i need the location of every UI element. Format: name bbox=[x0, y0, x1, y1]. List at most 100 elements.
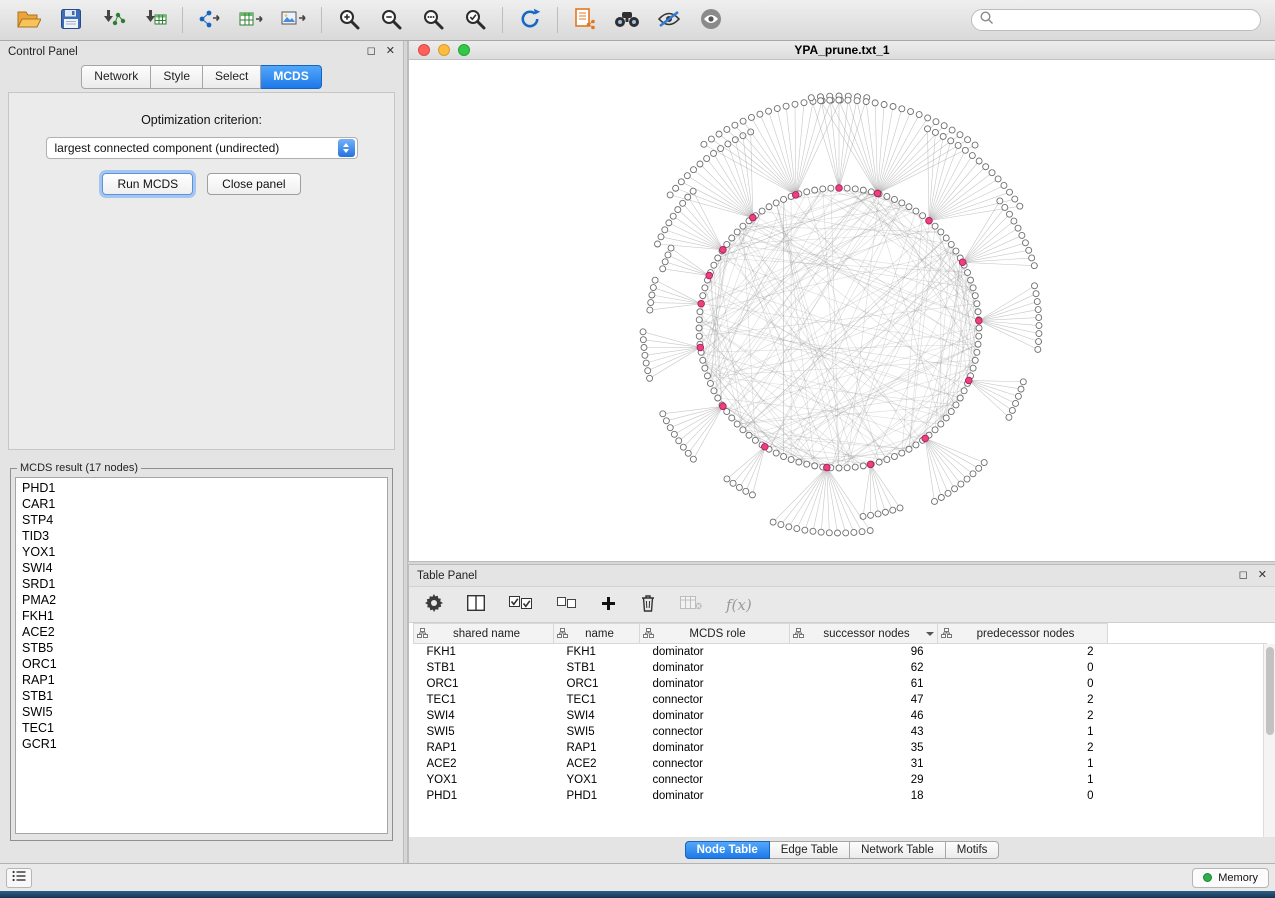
table-row[interactable]: SWI4SWI4dominator462 bbox=[414, 708, 1268, 724]
result-node-item[interactable]: PHD1 bbox=[16, 480, 387, 496]
table-cell[interactable]: STB1 bbox=[414, 660, 554, 676]
table-cell[interactable]: 61 bbox=[790, 676, 938, 692]
column-header-name[interactable]: name bbox=[554, 624, 640, 644]
table-row[interactable]: ACE2ACE2connector311 bbox=[414, 756, 1268, 772]
table-cell[interactable]: YOX1 bbox=[554, 772, 640, 788]
search-input[interactable] bbox=[998, 13, 1252, 27]
tab-style[interactable]: Style bbox=[151, 65, 203, 89]
table-cell[interactable]: 47 bbox=[790, 692, 938, 708]
result-node-item[interactable]: FKH1 bbox=[16, 608, 387, 624]
import-table-button[interactable] bbox=[134, 3, 176, 37]
hide-view-button[interactable] bbox=[648, 3, 690, 37]
result-node-item[interactable]: YOX1 bbox=[16, 544, 387, 560]
table-cell[interactable]: 96 bbox=[790, 644, 938, 660]
close-panel-icon[interactable]: ✕ bbox=[386, 46, 395, 57]
table-row[interactable]: RAP1RAP1dominator352 bbox=[414, 740, 1268, 756]
table-cell[interactable]: dominator bbox=[640, 740, 790, 756]
table-cell[interactable]: dominator bbox=[640, 644, 790, 660]
table-row[interactable]: STB1STB1dominator620 bbox=[414, 660, 1268, 676]
table-cell[interactable]: PHD1 bbox=[554, 788, 640, 804]
table-cell[interactable]: PHD1 bbox=[414, 788, 554, 804]
result-node-item[interactable]: SRD1 bbox=[16, 576, 387, 592]
tab-mcds[interactable]: MCDS bbox=[261, 65, 321, 89]
copy-share-button[interactable] bbox=[564, 3, 606, 37]
scrollbar-thumb[interactable] bbox=[1266, 647, 1274, 735]
table-cell[interactable]: SWI4 bbox=[554, 708, 640, 724]
show-view-button[interactable] bbox=[690, 3, 732, 37]
run-mcds-button[interactable]: Run MCDS bbox=[102, 173, 193, 195]
table-cell[interactable]: STB1 bbox=[554, 660, 640, 676]
float-panel-icon[interactable]: ◻ bbox=[367, 46, 376, 57]
table-cell[interactable]: dominator bbox=[640, 660, 790, 676]
result-node-item[interactable]: ACE2 bbox=[16, 624, 387, 640]
clear-table-button[interactable] bbox=[680, 596, 702, 613]
float-panel-icon[interactable]: ◻ bbox=[1239, 570, 1248, 581]
table-cell[interactable]: FKH1 bbox=[554, 644, 640, 660]
export-table-button[interactable] bbox=[231, 3, 273, 37]
table-cell[interactable]: 46 bbox=[790, 708, 938, 724]
tab-network[interactable]: Network bbox=[81, 65, 151, 89]
table-cell[interactable]: 1 bbox=[938, 724, 1108, 740]
table-cell[interactable]: 1 bbox=[938, 756, 1108, 772]
zoom-fit-button[interactable] bbox=[412, 3, 454, 37]
table-cell[interactable]: 35 bbox=[790, 740, 938, 756]
table-cell[interactable]: 2 bbox=[938, 644, 1108, 660]
task-history-button[interactable] bbox=[6, 868, 32, 888]
table-cell[interactable]: 0 bbox=[938, 676, 1108, 692]
table-cell[interactable]: connector bbox=[640, 756, 790, 772]
table-cell[interactable]: 31 bbox=[790, 756, 938, 772]
result-node-item[interactable]: STB5 bbox=[16, 640, 387, 656]
result-node-item[interactable]: PMA2 bbox=[16, 592, 387, 608]
network-graph[interactable] bbox=[409, 60, 1275, 561]
result-node-item[interactable]: STP4 bbox=[16, 512, 387, 528]
table-settings-button[interactable] bbox=[425, 594, 443, 615]
table-cell[interactable]: SWI4 bbox=[414, 708, 554, 724]
table-cell[interactable]: 2 bbox=[938, 708, 1108, 724]
zoom-out-button[interactable] bbox=[370, 3, 412, 37]
select-all-button[interactable] bbox=[509, 596, 533, 613]
table-cell[interactable]: 18 bbox=[790, 788, 938, 804]
table-cell[interactable]: SWI5 bbox=[414, 724, 554, 740]
tab-edge-table[interactable]: Edge Table bbox=[770, 841, 850, 859]
result-node-item[interactable]: GCR1 bbox=[16, 736, 387, 752]
close-panel-icon[interactable]: ✕ bbox=[1258, 570, 1267, 581]
table-row[interactable]: ORC1ORC1dominator610 bbox=[414, 676, 1268, 692]
table-cell[interactable]: FKH1 bbox=[414, 644, 554, 660]
table-cell[interactable]: connector bbox=[640, 772, 790, 788]
zoom-in-button[interactable] bbox=[328, 3, 370, 37]
mcds-result-list[interactable]: PHD1CAR1STP4TID3YOX1SWI4SRD1PMA2FKH1ACE2… bbox=[15, 477, 388, 834]
function-builder-button[interactable]: f(x) bbox=[726, 596, 752, 614]
column-header-successor-nodes[interactable]: successor nodes bbox=[790, 624, 938, 644]
table-cell[interactable]: 1 bbox=[938, 772, 1108, 788]
result-node-item[interactable]: SWI4 bbox=[16, 560, 387, 576]
table-cell[interactable]: 29 bbox=[790, 772, 938, 788]
split-column-button[interactable] bbox=[467, 595, 485, 614]
table-cell[interactable]: SWI5 bbox=[554, 724, 640, 740]
column-header-shared-name[interactable]: shared name bbox=[414, 624, 554, 644]
tab-network-table[interactable]: Network Table bbox=[850, 841, 946, 859]
result-node-item[interactable]: ORC1 bbox=[16, 656, 387, 672]
refresh-button[interactable] bbox=[509, 3, 551, 37]
table-cell[interactable]: ORC1 bbox=[554, 676, 640, 692]
result-node-item[interactable]: CAR1 bbox=[16, 496, 387, 512]
zoom-selected-button[interactable] bbox=[454, 3, 496, 37]
table-cell[interactable]: RAP1 bbox=[414, 740, 554, 756]
result-node-item[interactable]: SWI5 bbox=[16, 704, 387, 720]
table-row[interactable]: FKH1FKH1dominator962 bbox=[414, 644, 1268, 660]
table-cell[interactable]: connector bbox=[640, 724, 790, 740]
network-canvas[interactable] bbox=[409, 60, 1275, 561]
table-cell[interactable]: TEC1 bbox=[414, 692, 554, 708]
tab-select[interactable]: Select bbox=[203, 65, 261, 89]
table-row[interactable]: YOX1YOX1connector291 bbox=[414, 772, 1268, 788]
export-image-button[interactable] bbox=[273, 3, 315, 37]
import-network-button[interactable] bbox=[92, 3, 134, 37]
memory-button[interactable]: Memory bbox=[1192, 868, 1269, 888]
table-cell[interactable]: 2 bbox=[938, 740, 1108, 756]
table-cell[interactable]: 0 bbox=[938, 660, 1108, 676]
open-file-button[interactable] bbox=[8, 3, 50, 37]
table-cell[interactable]: dominator bbox=[640, 788, 790, 804]
add-row-button[interactable] bbox=[601, 596, 616, 614]
result-node-item[interactable]: TEC1 bbox=[16, 720, 387, 736]
column-header-predecessor-nodes[interactable]: predecessor nodes bbox=[938, 624, 1108, 644]
save-button[interactable] bbox=[50, 3, 92, 37]
